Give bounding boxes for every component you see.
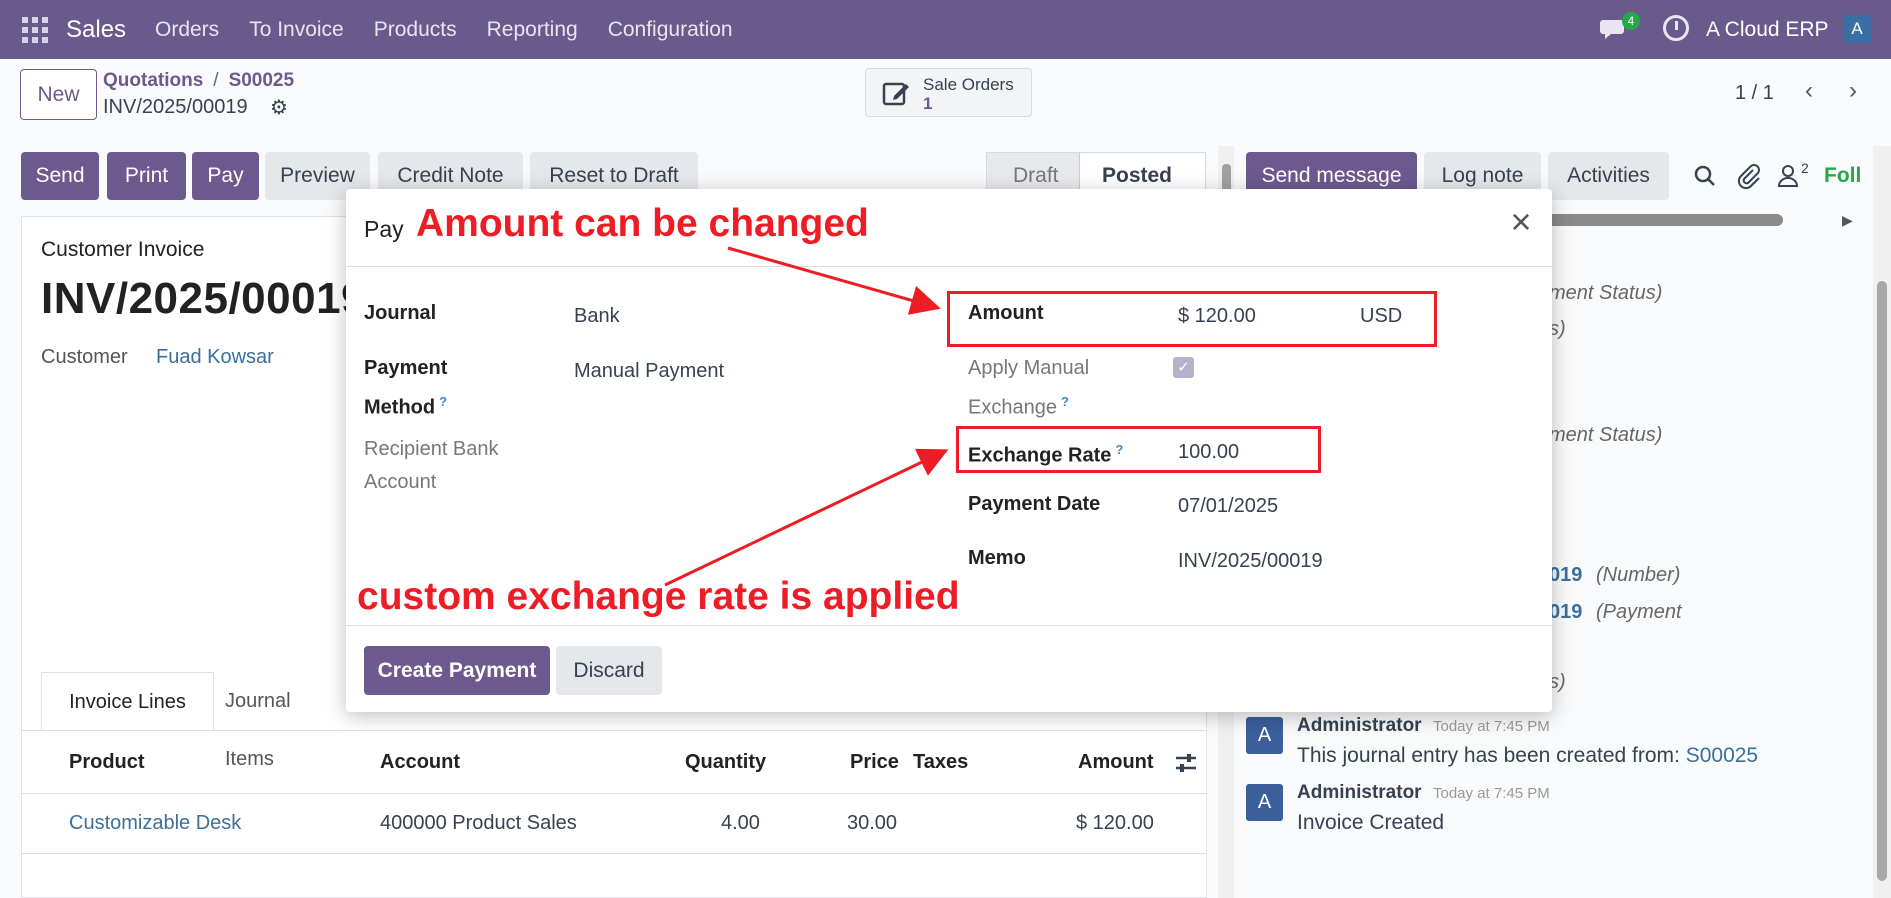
edit-document-icon <box>882 82 909 106</box>
followers-count: 2 <box>1801 160 1809 176</box>
tab-divider <box>21 730 1207 731</box>
message-time: Today at 7:45 PM <box>1433 785 1550 802</box>
payment-date-field[interactable]: 07/01/2025 <box>1178 495 1278 518</box>
avatar[interactable]: A <box>1246 784 1283 821</box>
message-author[interactable]: Administrator <box>1297 715 1422 737</box>
recipient-bank-label: Recipient Bank Account <box>364 438 499 493</box>
chat-count-badge: 4 <box>1622 12 1640 30</box>
journal-field[interactable]: Bank <box>574 305 620 328</box>
status-draft[interactable]: Draft <box>1013 164 1059 188</box>
tracking-field: (Payment <box>1596 601 1682 623</box>
message-link[interactable]: S00025 <box>1686 744 1758 767</box>
send-button[interactable]: Send <box>21 152 99 200</box>
column-account[interactable]: Account <box>380 751 460 774</box>
user-avatar[interactable]: A <box>1843 15 1871 43</box>
menu-configuration[interactable]: Configuration <box>608 18 733 42</box>
column-amount[interactable]: Amount <box>1078 751 1154 774</box>
followers-icon[interactable] <box>1777 164 1799 188</box>
column-settings-icon[interactable] <box>1174 752 1198 774</box>
message-body: This journal entry has been created from… <box>1297 744 1759 767</box>
dialog-header-divider <box>346 266 1552 267</box>
smart-button-count: 1 <box>923 94 933 113</box>
avatar[interactable]: A <box>1246 717 1283 754</box>
discard-button[interactable]: Discard <box>556 646 662 695</box>
company-switcher[interactable]: A Cloud ERP <box>1706 18 1829 42</box>
tracking-fragment: ment Status) <box>1549 424 1663 446</box>
customer-value[interactable]: Fuad Kowsar <box>156 346 274 369</box>
breadcrumb-quotations[interactable]: Quotations <box>103 70 203 91</box>
menu-orders[interactable]: Orders <box>155 18 219 42</box>
document-type: Customer Invoice <box>41 238 205 261</box>
pager-next-icon[interactable]: › <box>1835 72 1871 112</box>
row-divider <box>21 853 1207 854</box>
tracking-link[interactable]: 019 <box>1549 601 1582 624</box>
gear-icon[interactable]: ⚙ <box>270 98 288 118</box>
print-button[interactable]: Print <box>107 152 186 200</box>
tab-journal-items[interactable]: Journal Items <box>225 672 345 770</box>
manual-exchange-checkbox[interactable]: ✓ <box>1173 357 1194 378</box>
app-brand[interactable]: Sales <box>66 16 126 44</box>
tracking-fragment: ment Status) <box>1549 282 1663 304</box>
pay-dialog: Pay × Journal Bank Payment Method? Manua… <box>346 189 1552 712</box>
annotation-amount-box <box>947 291 1437 347</box>
record-name: INV/2025/00019 <box>103 96 248 118</box>
annotation-amount: Amount can be changed <box>416 202 869 245</box>
annotation-rate-box <box>956 426 1321 473</box>
activities-button[interactable]: Activities <box>1548 152 1669 200</box>
message-body: Invoice Created <box>1297 811 1445 834</box>
line-price[interactable]: 30.00 <box>847 812 897 835</box>
menu-to-invoice[interactable]: To Invoice <box>249 18 344 42</box>
column-quantity[interactable]: Quantity <box>685 751 766 774</box>
column-taxes[interactable]: Taxes <box>913 751 968 774</box>
main-menu: Orders To Invoice Products Reporting Con… <box>155 18 763 42</box>
top-navbar: Sales Orders To Invoice Products Reporti… <box>0 0 1891 59</box>
message-author[interactable]: Administrator <box>1297 782 1422 804</box>
follow-button[interactable]: Foll <box>1824 164 1861 188</box>
line-amount[interactable]: $ 120.00 <box>1076 812 1154 835</box>
status-posted-label: Posted <box>1102 164 1173 187</box>
create-payment-button[interactable]: Create Payment <box>364 646 550 695</box>
apps-menu-icon[interactable] <box>22 17 48 43</box>
activity-clock-icon[interactable] <box>1663 15 1689 41</box>
menu-products[interactable]: Products <box>374 18 457 42</box>
attachment-icon[interactable] <box>1737 163 1761 189</box>
column-price[interactable]: Price <box>850 751 899 774</box>
payment-date-label: Payment Date <box>968 493 1101 515</box>
dialog-footer-divider <box>346 625 1552 626</box>
sale-orders-smart-button[interactable]: Sale Orders 1 <box>865 68 1032 117</box>
search-icon[interactable] <box>1694 165 1716 187</box>
payment-method-field[interactable]: Manual Payment <box>574 360 724 383</box>
line-quantity[interactable]: 4.00 <box>721 812 760 835</box>
close-icon[interactable]: × <box>1506 204 1536 240</box>
menu-reporting[interactable]: Reporting <box>487 18 578 42</box>
line-product[interactable]: Customizable Desk <box>69 812 241 835</box>
header-divider <box>21 793 1207 794</box>
customer-label: Customer <box>41 346 128 368</box>
annotation-exchange-rate: custom exchange rate is applied <box>357 575 960 618</box>
scroll-right-icon[interactable]: ▶ <box>1842 212 1853 229</box>
message-time: Today at 7:45 PM <box>1433 718 1550 735</box>
dialog-title: Pay <box>364 216 404 242</box>
breadcrumb: Quotations / S00025 <box>103 70 295 91</box>
pager-value[interactable]: 1 / 1 <box>1735 82 1774 105</box>
journal-label: Journal <box>364 302 437 324</box>
tab-invoice-lines[interactable]: Invoice Lines <box>41 672 214 731</box>
tracking-link[interactable]: 019 <box>1549 564 1582 587</box>
document-name: INV/2025/00019 <box>41 274 367 323</box>
smart-button-label: Sale Orders <box>923 75 1014 94</box>
pager-previous-icon[interactable]: ‹ <box>1791 72 1827 112</box>
chatter-scrollbar[interactable] <box>1873 146 1891 898</box>
line-account[interactable]: 400000 Product Sales <box>380 812 577 835</box>
breadcrumb-order[interactable]: S00025 <box>229 70 295 91</box>
pay-button[interactable]: Pay <box>192 152 259 200</box>
memo-field[interactable]: INV/2025/00019 <box>1178 550 1323 573</box>
tracking-field: (Number) <box>1596 564 1681 586</box>
memo-label: Memo <box>968 547 1026 569</box>
payment-method-label: Payment Method? <box>364 357 448 419</box>
manual-exchange-label: Apply Manual Exchange? <box>968 357 1090 419</box>
column-product[interactable]: Product <box>69 751 145 774</box>
new-button[interactable]: New <box>20 69 97 120</box>
